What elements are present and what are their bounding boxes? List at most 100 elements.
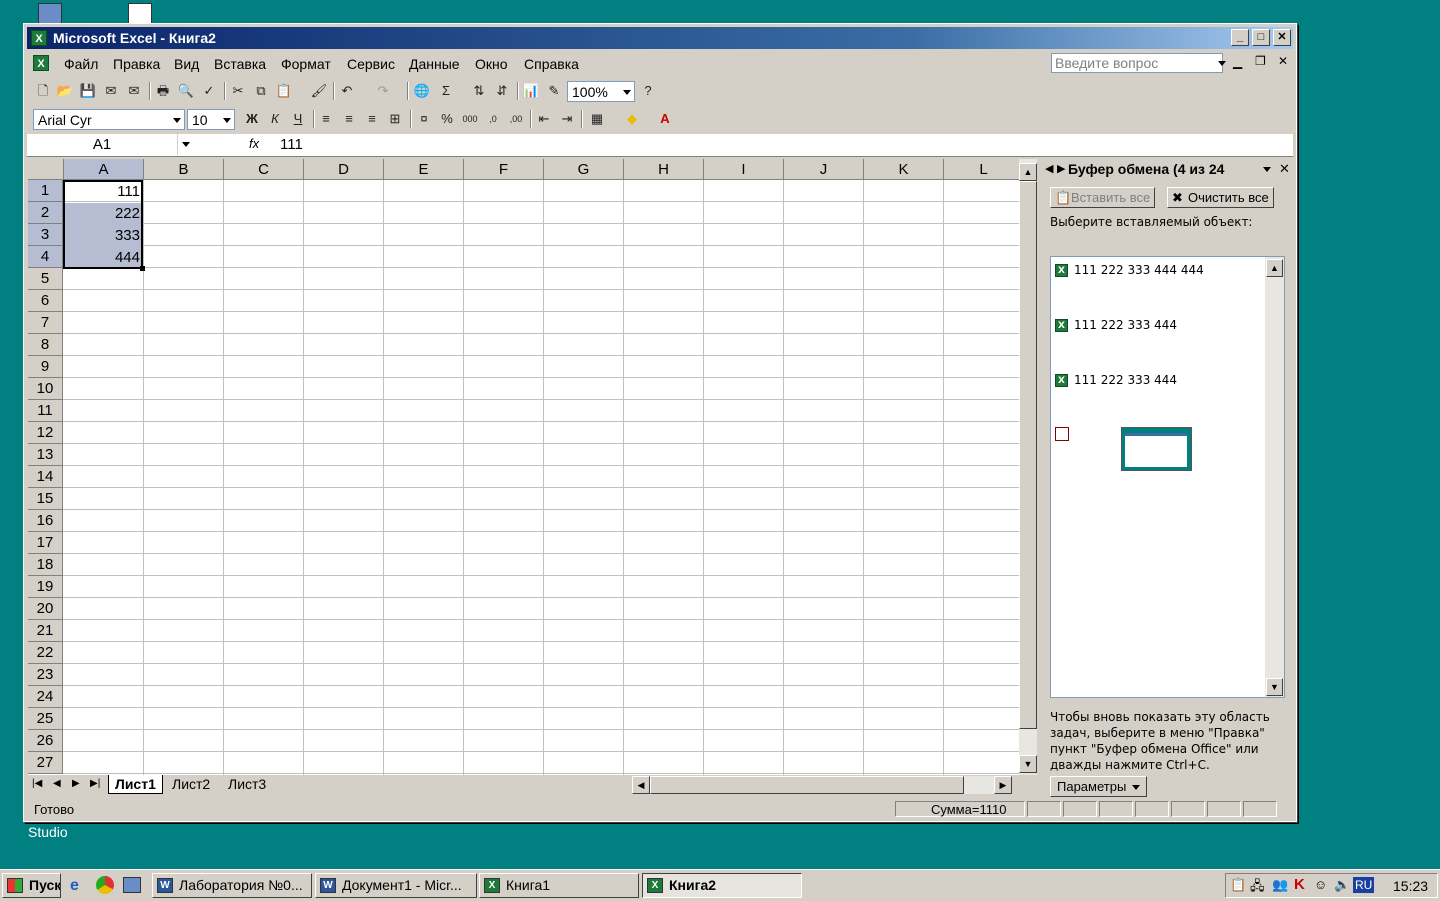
row-header-21[interactable]: 21: [28, 620, 63, 642]
clear-all-button[interactable]: ✖ Очистить все: [1167, 187, 1274, 208]
copy-icon[interactable]: ⧉: [252, 82, 270, 100]
chevron-down-icon[interactable]: [1263, 167, 1271, 172]
chevron-down-icon[interactable]: [173, 118, 181, 123]
bold-button[interactable]: Ж: [243, 110, 261, 128]
italic-button[interactable]: К: [266, 110, 284, 128]
workbook-icon[interactable]: X: [33, 55, 49, 71]
hscroll-thumb[interactable]: [650, 776, 964, 794]
row-header-5[interactable]: 5: [28, 268, 63, 290]
row-header-16[interactable]: 16: [28, 510, 63, 532]
row-header-18[interactable]: 18: [28, 554, 63, 576]
column-header-E[interactable]: E: [384, 159, 464, 180]
doc-minimize-icon[interactable]: ▁: [1233, 55, 1242, 69]
chart-wizard-icon[interactable]: 📊: [522, 82, 540, 100]
row-header-19[interactable]: 19: [28, 576, 63, 598]
cell-A4[interactable]: 444: [64, 247, 143, 268]
clipboard-item[interactable]: X 111 222 333 444: [1055, 373, 1177, 387]
menu-file[interactable]: Файл: [64, 56, 98, 72]
menu-format[interactable]: Формат: [281, 56, 331, 72]
sort-descending-icon[interactable]: ⇵: [493, 82, 511, 100]
clip-scroll-down[interactable]: ▼: [1266, 678, 1283, 696]
clipboard-item[interactable]: X 111 222 333 444: [1055, 318, 1177, 332]
sheet-tab-1[interactable]: Лист1: [108, 775, 163, 794]
row-header-8[interactable]: 8: [28, 334, 63, 356]
row-header-26[interactable]: 26: [28, 730, 63, 752]
fill-color-icon[interactable]: ◆: [623, 110, 641, 128]
first-sheet-icon[interactable]: |◀: [32, 778, 42, 789]
decrease-decimal-icon[interactable]: ,00: [507, 110, 525, 128]
column-header-K[interactable]: K: [864, 159, 944, 180]
font-color-icon[interactable]: A: [656, 110, 674, 128]
row-header-9[interactable]: 9: [28, 356, 63, 378]
decrease-indent-icon[interactable]: ⇤: [535, 110, 553, 128]
column-header-C[interactable]: C: [224, 159, 304, 180]
increase-indent-icon[interactable]: ⇥: [558, 110, 576, 128]
browser-icon[interactable]: [96, 876, 114, 894]
forward-arrow-icon[interactable]: ▶: [1057, 162, 1065, 175]
clip-list-scrollbar[interactable]: ▲ ▼: [1265, 257, 1284, 697]
column-header-L[interactable]: L: [944, 159, 1019, 180]
cell-A1[interactable]: 111: [64, 181, 143, 202]
menu-tools[interactable]: Сервис: [347, 56, 395, 72]
new-icon[interactable]: 🗋: [34, 82, 52, 100]
row-header-2[interactable]: 2: [28, 202, 63, 224]
last-sheet-icon[interactable]: ▶|: [90, 778, 100, 789]
column-header-J[interactable]: J: [784, 159, 864, 180]
sheet-tab-2[interactable]: Лист2: [166, 775, 216, 793]
chevron-down-icon[interactable]: [1218, 61, 1226, 66]
borders-icon[interactable]: ▦: [588, 110, 606, 128]
next-sheet-icon[interactable]: ▶: [72, 778, 80, 789]
column-header-D[interactable]: D: [304, 159, 384, 180]
chevron-down-icon[interactable]: [182, 142, 190, 147]
tray-icon-network[interactable]: 🖧: [1250, 877, 1265, 899]
close-button[interactable]: ✕: [1273, 29, 1291, 46]
increase-decimal-icon[interactable]: ,0: [484, 110, 502, 128]
taskbar-item-excel-book2[interactable]: X Книга2: [642, 873, 802, 898]
email-icon[interactable]: ✉: [125, 82, 143, 100]
doc-restore-icon[interactable]: ❐: [1255, 54, 1266, 68]
underline-button[interactable]: Ч: [289, 110, 307, 128]
autosum-icon[interactable]: Σ: [437, 82, 455, 100]
taskbar-item-word-doc[interactable]: W Документ1 - Micr...: [315, 873, 477, 898]
spelling-icon[interactable]: ✓: [200, 82, 218, 100]
row-header-12[interactable]: 12: [28, 422, 63, 444]
cell-A2[interactable]: 222: [64, 203, 143, 224]
column-header-B[interactable]: B: [144, 159, 224, 180]
row-header-24[interactable]: 24: [28, 686, 63, 708]
save-icon[interactable]: 💾: [79, 82, 97, 100]
font-select[interactable]: Arial Cyr: [33, 109, 185, 130]
zoom-select[interactable]: 100%: [567, 81, 635, 102]
scroll-down-button[interactable]: ▼: [1019, 755, 1037, 773]
taskbar-item-word-lab[interactable]: W Лаборатория №0...: [152, 873, 312, 898]
cut-icon[interactable]: ✂: [229, 82, 247, 100]
row-header-3[interactable]: 3: [28, 224, 63, 246]
font-size-select[interactable]: 10: [187, 109, 235, 130]
menu-window[interactable]: Окно: [475, 56, 508, 72]
name-box[interactable]: A1: [27, 134, 178, 155]
sheet-tab-3[interactable]: Лист3: [222, 775, 272, 793]
formula-input[interactable]: 111: [280, 136, 303, 153]
scroll-right-button[interactable]: ▶: [994, 776, 1012, 794]
chevron-down-icon[interactable]: [623, 90, 631, 95]
tray-icon-users[interactable]: 👥: [1272, 877, 1288, 893]
sort-ascending-icon[interactable]: ⇅: [470, 82, 488, 100]
start-button[interactable]: Пуск: [2, 873, 61, 898]
clip-scroll-up[interactable]: ▲: [1266, 259, 1283, 277]
volume-icon[interactable]: 🔈: [1334, 877, 1350, 893]
row-header-27[interactable]: 27: [28, 752, 63, 774]
open-icon[interactable]: 📂: [56, 82, 74, 100]
hyperlink-icon[interactable]: 🌐: [413, 82, 431, 100]
align-center-icon[interactable]: ≡: [340, 110, 358, 128]
horizontal-scrollbar[interactable]: ◀ ▶: [632, 776, 1012, 794]
row-header-17[interactable]: 17: [28, 532, 63, 554]
select-all-corner[interactable]: [28, 159, 64, 180]
row-header-7[interactable]: 7: [28, 312, 63, 334]
worksheet-grid[interactable]: ABCDEFGHIJKL 1 2 3 4 5 6 7 8 9 10 11 12 13 14 15 16 17 18…: [28, 159, 1019, 775]
row-header-13[interactable]: 13: [28, 444, 63, 466]
row-header-1[interactable]: 1: [28, 180, 63, 202]
tray-icon-clipboard[interactable]: 📋: [1230, 877, 1246, 893]
drawing-icon[interactable]: ✎: [545, 82, 563, 100]
scroll-left-button[interactable]: ◀: [632, 776, 650, 794]
ask-question-input[interactable]: Введите вопрос: [1051, 53, 1226, 73]
taskbar-item-excel-book1[interactable]: X Книга1: [479, 873, 639, 898]
